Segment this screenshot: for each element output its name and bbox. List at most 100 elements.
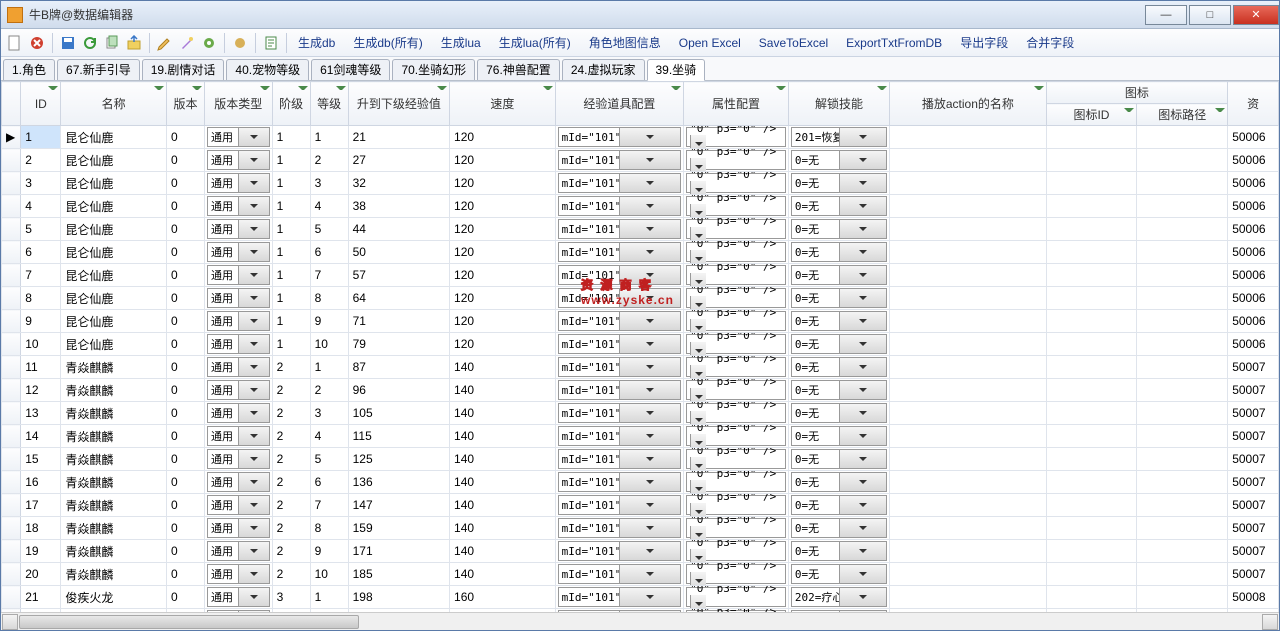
cell-exp[interactable]: 27 — [348, 149, 449, 172]
combo-cell[interactable]: mId="101" /> < — [558, 587, 682, 607]
cell-vtype[interactable]: 通用 — [205, 149, 273, 172]
cell-exp[interactable]: 171 — [348, 540, 449, 563]
menu-6[interactable]: SaveToExcel — [753, 36, 834, 50]
cell-vtype[interactable]: 通用 — [205, 448, 273, 471]
chevron-down-icon[interactable] — [690, 457, 706, 471]
filter-icon[interactable] — [48, 84, 58, 94]
cell-res[interactable]: 50006 — [1228, 172, 1279, 195]
cell-iconpath[interactable] — [1137, 287, 1228, 310]
chevron-down-icon[interactable] — [690, 526, 706, 540]
cell-attrcfg[interactable]: "0" p3="0" /> — [684, 264, 789, 287]
cell-lvl[interactable]: 2 — [310, 379, 348, 402]
cell-res[interactable]: 50007 — [1228, 563, 1279, 586]
cell-exp[interactable]: 115 — [348, 425, 449, 448]
menu-5[interactable]: Open Excel — [673, 36, 747, 50]
cell-ver[interactable]: 0 — [166, 149, 204, 172]
cell-spd[interactable]: 140 — [450, 540, 556, 563]
cell-skill[interactable]: 0=无 — [788, 425, 889, 448]
cell-action[interactable] — [890, 195, 1046, 218]
cell-id[interactable]: 16 — [21, 471, 61, 494]
cell-vtype[interactable]: 通用 — [205, 494, 273, 517]
combo-cell[interactable]: 通用 — [207, 518, 270, 538]
cell-action[interactable] — [890, 241, 1046, 264]
combo-cell[interactable]: "0" p3="0" /> — [686, 196, 786, 216]
combo-cell[interactable]: mId="101" /> < — [558, 196, 682, 216]
cell-res[interactable]: 50008 — [1228, 586, 1279, 609]
cell-action[interactable] — [890, 448, 1046, 471]
chevron-down-icon[interactable] — [839, 266, 887, 284]
chevron-down-icon[interactable] — [238, 289, 269, 307]
cell-spd[interactable]: 120 — [450, 264, 556, 287]
cell-iconid[interactable] — [1046, 471, 1137, 494]
combo-cell[interactable]: 0=无 — [791, 357, 887, 377]
menu-0[interactable]: 生成db — [292, 36, 341, 50]
combo-cell[interactable]: "0" p3="0" /> — [686, 265, 786, 285]
cell-attrcfg[interactable]: "0" p3="0" /> — [684, 494, 789, 517]
cell-skill[interactable]: 0=无 — [788, 149, 889, 172]
cell-attrcfg[interactable]: "0" p3="0" /> — [684, 471, 789, 494]
combo-cell[interactable]: "0" p3="0" /> — [686, 495, 786, 515]
combo-cell[interactable]: 通用 — [207, 334, 270, 354]
cell-spd[interactable]: 120 — [450, 195, 556, 218]
cell-name[interactable]: 青焱麒麟 — [61, 402, 167, 425]
chevron-down-icon[interactable] — [839, 220, 887, 238]
cell-ver[interactable]: 0 — [166, 310, 204, 333]
combo-cell[interactable]: mId="101" /> < — [558, 334, 682, 354]
cell-iconid[interactable] — [1046, 448, 1137, 471]
cell-exp[interactable]: 96 — [348, 379, 449, 402]
cell-skill[interactable]: 0=无 — [788, 517, 889, 540]
row-selector[interactable] — [2, 402, 21, 425]
cell-iconpath[interactable] — [1137, 195, 1228, 218]
combo-cell[interactable]: "0" p3="0" /> — [686, 173, 786, 193]
cell-action[interactable] — [890, 218, 1046, 241]
cell-spd[interactable]: 120 — [450, 126, 556, 149]
chevron-down-icon[interactable] — [839, 565, 887, 583]
combo-cell[interactable]: mId="101" /> < — [558, 311, 682, 331]
cell-id[interactable]: 19 — [21, 540, 61, 563]
cell-res[interactable]: 50007 — [1228, 356, 1279, 379]
chevron-down-icon[interactable] — [690, 296, 706, 310]
combo-cell[interactable]: "0" p3="0" /> — [686, 357, 786, 377]
cell-iconid[interactable] — [1046, 540, 1137, 563]
cell-exp[interactable]: 198 — [348, 586, 449, 609]
cell-id[interactable]: 10 — [21, 333, 61, 356]
cell-stage[interactable]: 2 — [272, 425, 310, 448]
chevron-down-icon[interactable] — [619, 565, 680, 583]
filter-icon[interactable] — [336, 84, 346, 94]
cell-skill[interactable]: 0=无 — [788, 494, 889, 517]
combo-cell[interactable]: "0" p3="0" /> — [686, 380, 786, 400]
cell-name[interactable]: 昆仑仙鹿 — [61, 195, 167, 218]
cell-ver[interactable]: 0 — [166, 218, 204, 241]
combo-cell[interactable]: 0=无 — [791, 449, 887, 469]
cell-name[interactable]: 青焱麒麟 — [61, 517, 167, 540]
combo-cell[interactable]: "0" p3="0" /> — [686, 472, 786, 492]
combo-cell[interactable]: 0=无 — [791, 334, 887, 354]
cell-action[interactable] — [890, 586, 1046, 609]
chevron-down-icon[interactable] — [619, 588, 680, 606]
filter-icon[interactable] — [1215, 106, 1225, 116]
cell-name[interactable]: 青焱麒麟 — [61, 425, 167, 448]
combo-cell[interactable]: mId="101" /> < — [558, 242, 682, 262]
combo-cell[interactable]: mId="101" /> < — [558, 564, 682, 584]
tab-1[interactable]: 67.新手引导 — [57, 59, 140, 80]
cell-stage[interactable]: 1 — [272, 172, 310, 195]
row-selector[interactable] — [2, 172, 21, 195]
cell-spd[interactable]: 140 — [450, 402, 556, 425]
cell-ver[interactable]: 0 — [166, 517, 204, 540]
chevron-down-icon[interactable] — [839, 358, 887, 376]
cell-iconid[interactable] — [1046, 310, 1137, 333]
chevron-down-icon[interactable] — [238, 220, 269, 238]
filter-icon[interactable] — [437, 84, 447, 94]
cell-itemcfg[interactable]: mId="101" /> < — [555, 241, 684, 264]
cell-stage[interactable]: 1 — [272, 310, 310, 333]
cell-stage[interactable]: 2 — [272, 356, 310, 379]
cell-stage[interactable]: 1 — [272, 195, 310, 218]
row-selector[interactable] — [2, 195, 21, 218]
cell-ver[interactable]: 0 — [166, 494, 204, 517]
combo-cell[interactable]: "0" p3="0" /> — [686, 219, 786, 239]
combo-cell[interactable]: 通用 — [207, 587, 270, 607]
cell-id[interactable]: 9 — [21, 310, 61, 333]
cell-lvl[interactable]: 3 — [310, 402, 348, 425]
col-header[interactable]: 阶级 — [272, 82, 310, 126]
menu-1[interactable]: 生成db(所有) — [347, 36, 428, 50]
